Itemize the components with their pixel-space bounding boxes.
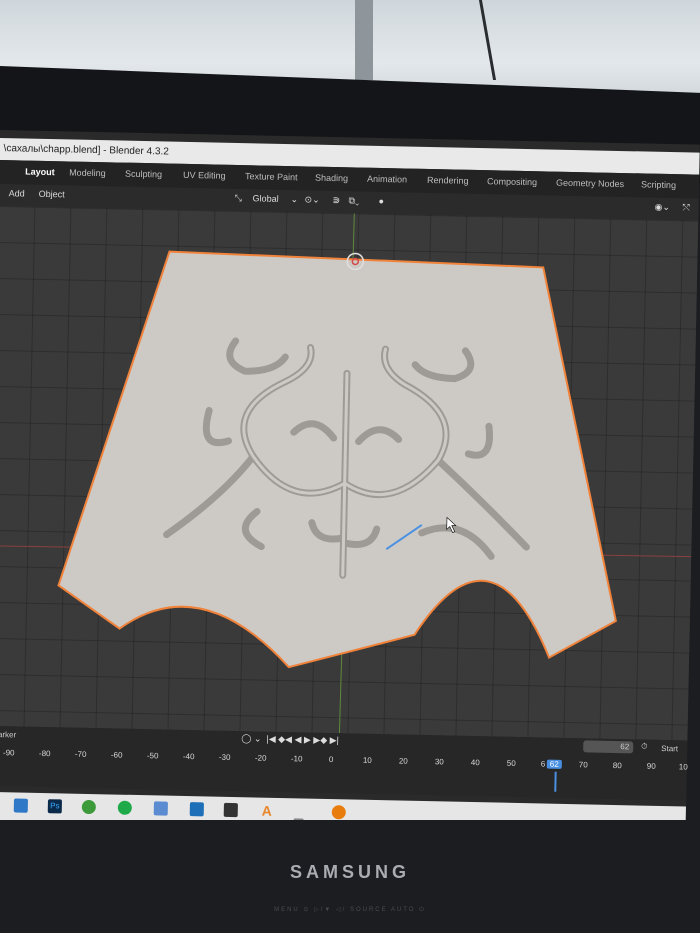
frame-number: -50 [146,751,159,761]
marker-menu[interactable]: Marker [0,730,16,740]
frame-number: 0 [328,755,334,765]
tab-modeling[interactable]: Modeling [65,165,110,180]
window-frame [355,0,373,80]
selected-mesh-plane [57,250,617,669]
frame-number: 40 [470,758,480,768]
tab-compositing[interactable]: Compositing [483,174,541,189]
frame-number: -10 [290,754,303,764]
frame-number: 6 [540,759,546,769]
gizmo-icon[interactable]: ⤲ [682,202,689,213]
frame-number: 50 [506,758,516,768]
viewport-canvas [0,213,692,734]
frame-number: -60 [110,750,123,760]
monitor-controls[interactable]: MENU ⊙ ▷/▼ ◁/ SOURCE AUTO ⏻ [0,906,700,914]
frame-number: 90 [646,761,656,771]
viewport-overlay-icon[interactable]: ◉⌄ [654,202,670,213]
monitor-screen: \сахалы\chapp.blend] - Blender 4.3.2 Lay… [0,130,700,837]
snap-icon[interactable]: ⋑ [332,195,341,206]
frame-number: -70 [74,749,87,759]
font-icon[interactable]: A [260,803,274,819]
calculator-icon[interactable] [153,801,168,816]
current-frame-field[interactable]: 62 [583,740,634,754]
tab-layout[interactable]: Layout [21,164,59,179]
blender-icon[interactable] [331,805,346,820]
security-icon[interactable] [189,802,204,817]
frame-number: -30 [218,752,231,762]
object-menu[interactable]: Object [39,189,65,200]
tab-texture-paint[interactable]: Texture Paint [241,169,302,184]
tab-animation[interactable]: Animation [363,172,411,187]
tab-geometry-nodes[interactable]: Geometry Nodes [552,176,628,192]
frame-number: 10 [678,762,688,772]
affinity-icon[interactable] [223,802,238,818]
tab-rendering[interactable]: Rendering [423,173,473,188]
frame-number: 70 [578,760,588,770]
tab-shading[interactable]: Shading [311,171,352,186]
transform-orientation-icon: ⤡ [234,192,242,204]
tab-scripting[interactable]: Scripting [637,177,680,192]
tab-uv-editing[interactable]: UV Editing [179,168,230,183]
start-frame-label[interactable]: Start [661,744,678,753]
snap-target-icon[interactable]: ⧉⌄ [348,195,359,206]
playhead-line [554,771,557,792]
photoshop-icon[interactable]: Ps [47,799,62,814]
proportional-edit-icon[interactable]: ● [378,196,384,206]
add-menu[interactable]: Add [9,188,25,198]
frame-number: 80 [612,760,622,771]
tab-sculpting[interactable]: Sculpting [121,167,166,182]
transform-orientation-dropdown[interactable]: Global [253,193,279,204]
app-green2-icon[interactable] [117,800,132,815]
frame-number: -40 [182,751,195,762]
file-explorer-icon[interactable] [13,798,29,813]
frame-number: 20 [398,756,408,766]
frame-number: -20 [254,753,267,763]
pivot-point-icon[interactable]: ⊙⌄ [304,194,320,205]
chevron-down-icon: ⌄ [290,194,299,205]
app-green-icon[interactable] [81,799,96,815]
3d-viewport[interactable] [0,205,699,741]
frame-number: 10 [362,755,372,765]
frame-number: -90 [2,748,15,758]
frame-number: 30 [434,757,444,767]
playback-controls[interactable]: ◯ ⌄ |◀ ◆◀ ◀ ▶ ▶◆ ▶| [241,733,339,746]
stopwatch-icon[interactable]: ⏱ [641,742,647,752]
monitor-brand: SAMSUNG [289,862,410,882]
playhead[interactable]: 62 [546,759,562,769]
frame-number: -80 [38,748,51,759]
